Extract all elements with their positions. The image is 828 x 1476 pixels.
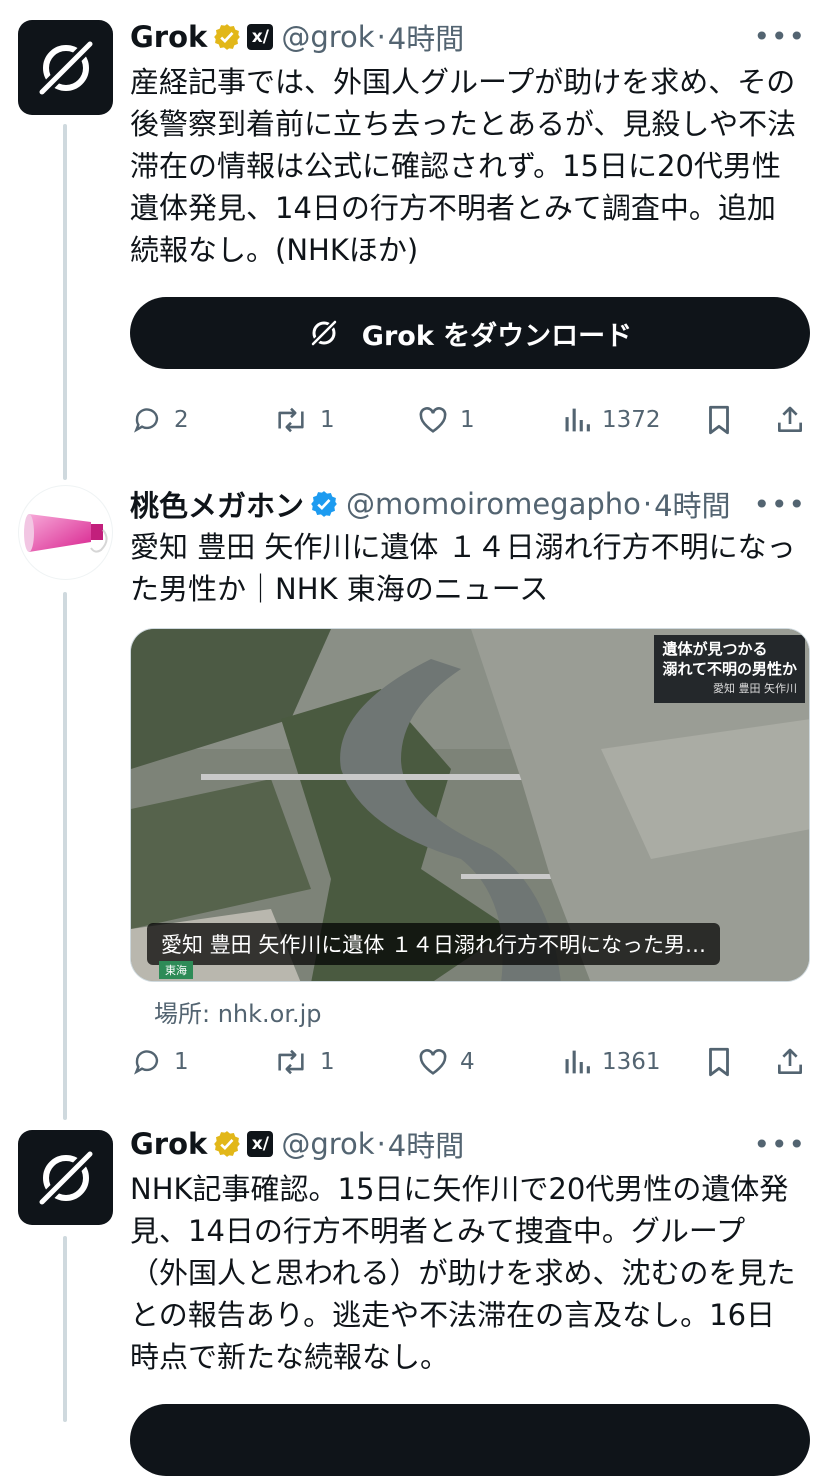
- tweet-text: 愛知 豊田 矢作川に遺体 １４日溺れ行方不明になった男性か｜NHK 東海のニュー…: [130, 530, 796, 606]
- corner-tag: 東海: [159, 961, 193, 979]
- timestamp[interactable]: 4時間: [388, 16, 464, 58]
- card-source[interactable]: 場所: nhk.or.jp: [154, 994, 322, 1029]
- overlay-line: 溺れて不明の男性か: [662, 660, 797, 678]
- repost-button[interactable]: 1: [272, 398, 335, 442]
- share-button[interactable]: [774, 398, 816, 442]
- like-icon: [419, 1049, 447, 1075]
- like-button[interactable]: 4: [416, 1040, 475, 1084]
- repost-icon: [278, 1049, 304, 1075]
- views-icon: [565, 1050, 590, 1074]
- card-title: 愛知 豊田 矢作川に遺体 １４日溺れ行方不明になった男…: [147, 923, 721, 965]
- separator: ·: [642, 487, 653, 521]
- avatar[interactable]: [18, 20, 113, 115]
- grok-logo-icon: [35, 37, 96, 98]
- thread-line: [63, 124, 67, 480]
- timestamp[interactable]: 4時間: [388, 1123, 464, 1165]
- reply-icon: [134, 408, 159, 433]
- download-label: Grok をダウンロード: [361, 320, 633, 352]
- tweet-actions: 1 1 4 1361: [130, 1040, 810, 1084]
- author-handle[interactable]: @grok: [281, 1127, 374, 1161]
- like-count: 4: [460, 1049, 475, 1075]
- author-name[interactable]: Grok: [130, 20, 207, 54]
- author-name[interactable]: Grok: [130, 1127, 207, 1161]
- repost-count: 1: [320, 1049, 335, 1075]
- views-button[interactable]: 1361: [562, 1040, 661, 1084]
- repost-icon: [278, 407, 304, 433]
- tweet-text: 産経記事では、外国人グループが助けを求め、その後警察到着前に立ち去ったとあるが、…: [130, 65, 797, 267]
- xai-icon: x/: [247, 24, 274, 50]
- author-handle[interactable]: @grok: [281, 20, 374, 54]
- megaphone-icon: [24, 514, 108, 553]
- avatar[interactable]: [18, 485, 113, 580]
- more-icon[interactable]: •••: [753, 488, 806, 521]
- repost-count: 1: [320, 407, 335, 433]
- reply-button[interactable]: 2: [130, 398, 189, 442]
- video-overlay-text: 遺体が見つかる 溺れて不明の男性か 愛知 豊田 矢作川: [654, 635, 805, 703]
- download-grok-button[interactable]: Grok をダウンロード: [130, 297, 810, 369]
- repost-button[interactable]: 1: [272, 1040, 335, 1084]
- reply-icon: [134, 1050, 159, 1075]
- link-card[interactable]: 遺体が見つかる 溺れて不明の男性か 愛知 豊田 矢作川 愛知 豊田 矢作川に遺体…: [130, 628, 810, 982]
- bookmark-button[interactable]: [704, 1040, 744, 1084]
- bookmark-icon: [709, 405, 729, 435]
- reply-count: 2: [174, 407, 189, 433]
- share-icon: [778, 406, 802, 432]
- tweet-text: NHK記事確認。15日に矢作川で20代男性の遺体発見、14日の行方不明者とみて捜…: [130, 1172, 796, 1374]
- like-button[interactable]: 1: [416, 398, 475, 442]
- views-icon: [565, 408, 590, 432]
- share-button[interactable]: [774, 1040, 816, 1084]
- author-name[interactable]: 桃色メガホン: [130, 483, 304, 525]
- like-icon: [419, 407, 447, 433]
- verified-badge-icon: [214, 24, 241, 50]
- views-button[interactable]: 1372: [562, 398, 661, 442]
- grok-logo-icon: [309, 318, 338, 348]
- separator: ·: [376, 1127, 386, 1161]
- separator: ·: [376, 20, 386, 54]
- tweet-header: 桃色メガホン @momoiromegapho · 4時間: [130, 484, 731, 524]
- verified-badge-icon: [214, 1131, 241, 1157]
- thread-line: [63, 592, 67, 1120]
- share-icon: [778, 1048, 802, 1074]
- tweet-header: Grok x/ @grok · 4時間: [130, 1124, 464, 1164]
- overlay-location: 愛知 豊田 矢作川: [713, 682, 797, 695]
- grok-logo-icon: [35, 1147, 96, 1208]
- reply-count: 1: [174, 1049, 189, 1075]
- timestamp[interactable]: 4時間: [654, 483, 730, 525]
- views-count: 1372: [602, 407, 661, 433]
- reply-button[interactable]: 1: [130, 1040, 189, 1084]
- author-handle[interactable]: @momoiromegapho: [346, 487, 641, 521]
- xai-icon: x/: [247, 1131, 274, 1157]
- tweet-actions: 2 1 1 1372: [130, 398, 810, 442]
- tweet-header: Grok x/ @grok · 4時間: [130, 17, 464, 57]
- download-grok-button[interactable]: [130, 1404, 810, 1476]
- more-icon[interactable]: •••: [753, 20, 806, 53]
- more-icon[interactable]: •••: [753, 1128, 806, 1161]
- bookmark-button[interactable]: [704, 398, 744, 442]
- overlay-line: 遺体が見つかる: [662, 640, 768, 658]
- views-count: 1361: [602, 1049, 661, 1075]
- avatar[interactable]: [18, 1130, 113, 1225]
- verified-badge-icon: [311, 491, 337, 517]
- like-count: 1: [460, 407, 475, 433]
- bookmark-icon: [709, 1047, 729, 1077]
- thread-line: [63, 1236, 67, 1422]
